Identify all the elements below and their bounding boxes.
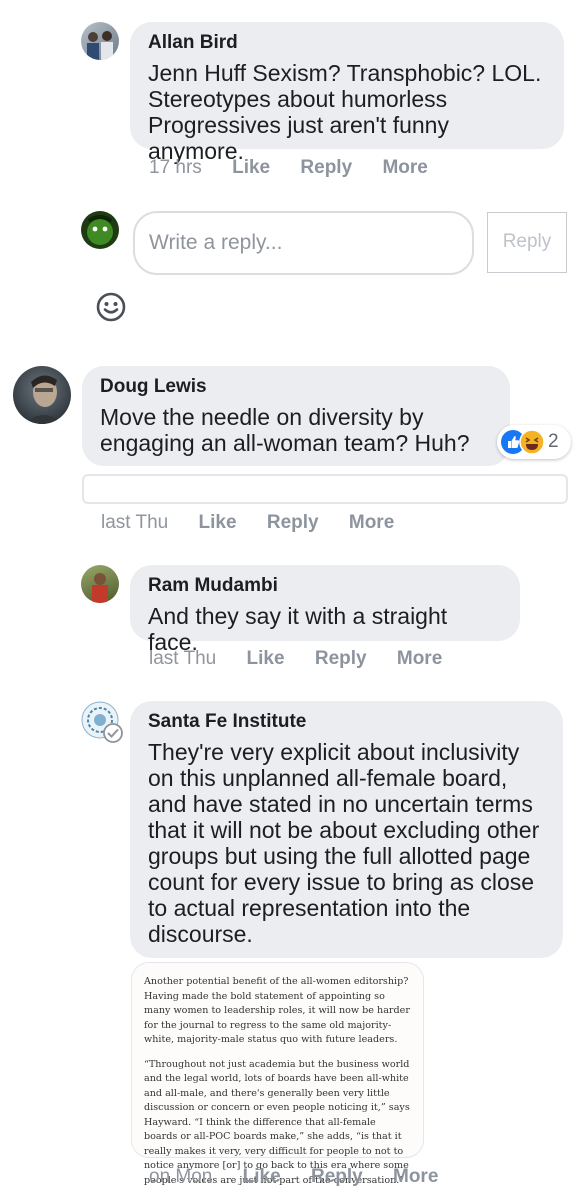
- comment-bubble: Allan Bird Jenn Huff Sexism? Transphobic…: [130, 22, 564, 164]
- comment-actions: last Thu Like Reply More: [149, 648, 442, 670]
- comment-timestamp[interactable]: 17 hrs: [149, 157, 202, 179]
- comment-bubble: Ram Mudambi And they say it with a strai…: [130, 565, 520, 655]
- emoji-button[interactable]: [96, 292, 126, 322]
- avatar[interactable]: [81, 565, 119, 603]
- comment-author[interactable]: Doug Lewis: [100, 376, 492, 398]
- avatar[interactable]: [81, 22, 119, 60]
- current-user-avatar: [81, 211, 119, 249]
- avatar[interactable]: [81, 701, 125, 745]
- comment-bubble: Doug Lewis Move the needle on diversity …: [82, 366, 510, 466]
- comment-timestamp[interactable]: on Mon: [149, 1166, 212, 1188]
- like-button[interactable]: Like: [232, 157, 270, 179]
- people-photo-icon: [87, 31, 113, 60]
- reply-button[interactable]: Reply: [267, 512, 319, 534]
- comment-actions: last Thu Like Reply More: [101, 512, 394, 534]
- quote-paragraph: Another potential benefit of the all-wom…: [144, 976, 410, 1045]
- comment-timestamp[interactable]: last Thu: [149, 648, 216, 670]
- comment-text: Move the needle on diversity by engaging…: [100, 404, 470, 456]
- comment-actions: on Mon Like Reply More: [149, 1166, 438, 1188]
- reactions-summary[interactable]: 2: [497, 425, 571, 459]
- reply-submit-button[interactable]: Reply: [487, 212, 567, 273]
- reply-input[interactable]: Write a reply...: [133, 211, 474, 275]
- reply-button[interactable]: Reply: [311, 1166, 363, 1188]
- comment-author[interactable]: Santa Fe Institute: [148, 711, 545, 733]
- reply-preview-bar[interactable]: [82, 474, 568, 504]
- more-button[interactable]: More: [349, 512, 394, 534]
- comment-text: Jenn Huff Sexism? Transphobic? LOL. Ster…: [148, 60, 542, 164]
- smiley-icon: [96, 292, 126, 322]
- like-button[interactable]: Like: [247, 648, 285, 670]
- more-button[interactable]: More: [393, 1166, 438, 1188]
- reply-button[interactable]: Reply: [300, 157, 352, 179]
- attached-quote-image[interactable]: Another potential benefit of the all-wom…: [131, 962, 424, 1186]
- hulk-avatar-icon: [87, 215, 113, 245]
- like-button[interactable]: Like: [199, 512, 237, 534]
- comment-author[interactable]: Ram Mudambi: [148, 575, 502, 597]
- man-photo-icon: [92, 573, 108, 603]
- reply-input-placeholder: Write a reply...: [149, 231, 283, 254]
- comment-bubble: Santa Fe Institute They're very explicit…: [130, 701, 563, 958]
- avatar[interactable]: [13, 366, 71, 424]
- comment-actions: 17 hrs Like Reply More: [149, 157, 428, 179]
- reaction-count: 2: [548, 431, 559, 452]
- man-photo-icon: [25, 375, 63, 424]
- like-button[interactable]: Like: [243, 1166, 281, 1188]
- verified-check-icon: [103, 723, 123, 743]
- reply-button[interactable]: Reply: [315, 648, 367, 670]
- haha-reaction-icon: [519, 429, 545, 455]
- more-button[interactable]: More: [382, 157, 427, 179]
- comment-author[interactable]: Allan Bird: [148, 32, 546, 54]
- comment-timestamp[interactable]: last Thu: [101, 512, 168, 534]
- more-button[interactable]: More: [397, 648, 442, 670]
- comment-text: They're very explicit about inclusivity …: [148, 739, 540, 947]
